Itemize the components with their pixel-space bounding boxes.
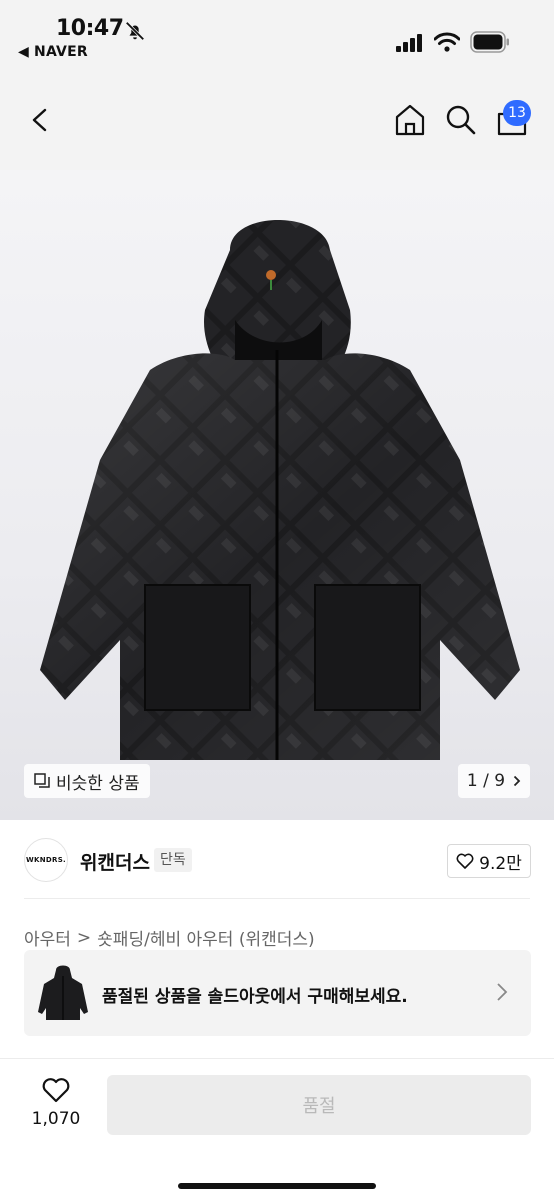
bottom-action-bar: 1,070 품절 — [0, 1058, 554, 1200]
brand-row: WKNDRS. 위캔더스 단독 9.2만 — [0, 830, 554, 890]
top-nav-bar — [0, 70, 554, 170]
chevron-right-icon — [513, 775, 521, 787]
soldout-banner[interactable]: 품절된 상품을 솔드아웃에서 구매해보세요. — [24, 950, 531, 1036]
back-to-app-link[interactable]: ◀ NAVER — [18, 44, 88, 60]
cellular-signal-icon — [396, 34, 422, 52]
brand-like-button[interactable]: 9.2만 — [447, 844, 531, 878]
soldout-message: 품절된 상품을 솔드아웃에서 구매해보세요. — [102, 987, 408, 1007]
divider — [24, 898, 530, 899]
search-icon[interactable] — [444, 102, 478, 138]
brand-like-count: 9.2만 — [479, 853, 522, 874]
exclusive-tag: 단독 — [154, 848, 192, 872]
wishlist-count: 1,070 — [31, 1109, 81, 1129]
soldout-purchase-button[interactable]: 품절 — [107, 1075, 531, 1135]
similar-products-button[interactable]: 비슷한 상품 — [24, 764, 150, 798]
breadcrumb: 아우터 > 숏패딩/헤비 아우터 (위캔더스) — [24, 925, 315, 951]
status-bar: 10:47 ◀ NAVER — [0, 0, 554, 70]
breadcrumb-subcategory[interactable]: 숏패딩/헤비 아우터 (위캔더스) — [97, 925, 314, 950]
heart-icon — [42, 1078, 70, 1103]
breadcrumb-separator: > — [76, 927, 92, 948]
cart-count-badge: 13 — [503, 100, 531, 126]
soldout-product-thumbnail — [38, 965, 88, 1020]
home-icon[interactable] — [393, 102, 427, 138]
status-time: 10:47 — [56, 16, 124, 41]
brand-logo[interactable]: WKNDRS. — [24, 838, 68, 882]
back-chevron-icon[interactable] — [24, 102, 56, 138]
copy-icon — [34, 773, 50, 788]
wifi-icon — [434, 32, 460, 52]
battery-icon — [470, 31, 509, 53]
chevron-right-icon — [497, 983, 508, 1001]
brand-name[interactable]: 위캔더스 — [80, 848, 150, 875]
bell-slash-icon — [125, 21, 145, 41]
home-indicator — [178, 1183, 376, 1189]
product-image-jacket — [40, 220, 520, 760]
wishlist-button[interactable]: 1,070 — [22, 1075, 90, 1135]
brand-logo-text: WKNDRS. — [25, 856, 66, 864]
page-indicator-text: 1 / 9 — [466, 771, 506, 791]
similar-products-label: 비슷한 상품 — [56, 773, 140, 794]
heart-icon — [456, 853, 474, 869]
breadcrumb-category[interactable]: 아우터 — [24, 925, 71, 950]
gallery-page-indicator[interactable]: 1 / 9 — [458, 764, 530, 798]
product-image-gallery[interactable]: 비슷한 상품 1 / 9 — [0, 170, 554, 820]
